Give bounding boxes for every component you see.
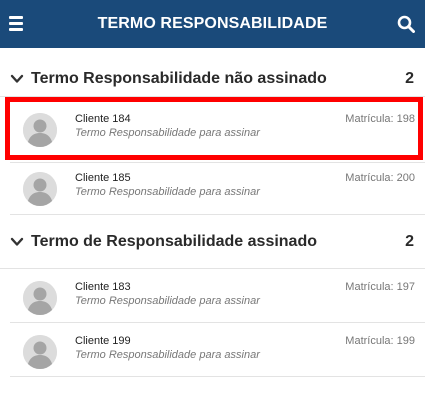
client-matricula: Matrícula: 199	[345, 335, 415, 347]
group-header-signed[interactable]: Termo de Responsabilidade assinado 2	[0, 227, 425, 257]
app-header: TERMO RESPONSABILIDADE	[0, 0, 425, 48]
divider	[10, 376, 425, 377]
avatar	[23, 281, 57, 315]
user-placeholder-icon	[23, 172, 57, 206]
client-name: Cliente 183	[75, 281, 131, 293]
list-item[interactable]: Cliente 199 Termo Responsabilidade para …	[0, 326, 425, 378]
list-item[interactable]: Cliente 185 Termo Responsabilidade para …	[0, 163, 425, 215]
client-name: Cliente 199	[75, 335, 131, 347]
hamburger-menu-icon[interactable]	[9, 16, 23, 32]
group-title: Termo de Responsabilidade assinado	[31, 233, 317, 250]
client-name: Cliente 185	[75, 172, 131, 184]
divider	[10, 214, 425, 215]
highlight-box	[5, 97, 423, 160]
group-title: Termo Responsabilidade não assinado	[31, 70, 327, 87]
group-count: 2	[405, 233, 414, 250]
chevron-down-icon	[10, 74, 24, 83]
client-matricula: Matrícula: 197	[345, 281, 415, 293]
user-placeholder-icon	[23, 281, 57, 315]
group-header-not-signed[interactable]: Termo Responsabilidade não assinado 2	[0, 64, 425, 94]
client-status: Termo Responsabilidade para assinar	[75, 295, 260, 307]
client-matricula: Matrícula: 200	[345, 172, 415, 184]
client-status: Termo Responsabilidade para assinar	[75, 186, 260, 198]
user-placeholder-icon	[23, 335, 57, 369]
divider	[10, 322, 425, 323]
avatar	[23, 172, 57, 206]
search-icon[interactable]	[397, 15, 415, 33]
list-item[interactable]: Cliente 183 Termo Responsabilidade para …	[0, 272, 425, 324]
client-status: Termo Responsabilidade para assinar	[75, 349, 260, 361]
chevron-down-icon	[10, 237, 24, 246]
divider	[0, 268, 425, 269]
page-title: TERMO RESPONSABILIDADE	[97, 15, 328, 32]
group-count: 2	[405, 70, 414, 87]
avatar	[23, 335, 57, 369]
